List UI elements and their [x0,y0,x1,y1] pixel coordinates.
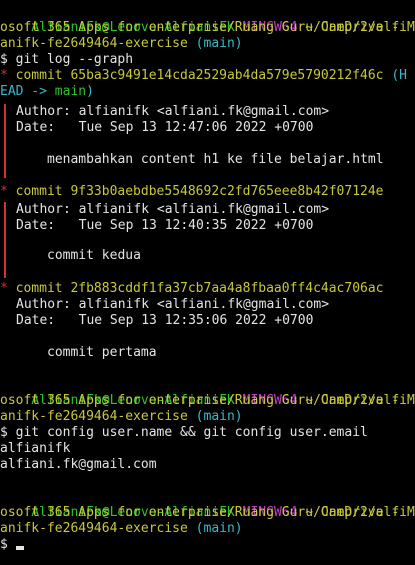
commit-author: Author: alfianifk <alfiani.fk@gmail.com> [16,104,330,119]
prompt-path: anifk-fe2649464-exercise [0,36,188,51]
prompt-path: anifk-fe2649464-exercise [0,409,188,424]
prompt-branch: (main) [195,409,243,424]
text-cursor [15,546,24,550]
prompt-line: AlfianiFk@Lenovo-AlfianiFK MINGW64 ~/One… [0,489,415,520]
commit-ref-line: EAD -> main) [0,84,94,100]
prompt-line: AlfianiFk@Lenovo-AlfianiFK MINGW64 ~/One… [0,377,415,408]
graph-line [4,104,6,178]
input-line[interactable]: $ [0,537,24,553]
prompt-path-line: anifk-fe2649464-exercise (main) [0,36,243,52]
commit-message: commit pertama [47,345,157,360]
commit-header: * commit 9f33b0aebdbe5548692c2fd765eee8b… [0,184,384,200]
prompt-path-line: osoft 365 Apps for enterprise/Ruang Guru… [0,505,407,521]
dollar-sign: $ [0,425,8,440]
commit-ref-head: EAD -> [0,84,55,99]
commit-ref-close: ) [86,84,94,99]
graph-marker: * [0,184,8,199]
commit-date: Date: Tue Sep 13 12:35:06 2022 +0700 [16,313,314,328]
commit-message: menambahkan content h1 ke file belajar.h… [47,152,384,167]
commit-date: Date: Tue Sep 13 12:40:35 2022 +0700 [16,218,314,233]
prompt-line: AlfianiFk@Lenovo-AlfianiFK MINGW64 ~/One… [0,4,415,35]
prompt-path: osoft 365 Apps for enterprise/Ruang Guru… [0,20,407,35]
dollar-sign: $ [0,52,8,67]
terminal-window[interactable]: AlfianiFk@Lenovo-AlfianiFK MINGW64 ~/One… [0,0,415,565]
commit-author: Author: alfianifk <alfiani.fk@gmail.com> [16,202,330,217]
commit-hash: commit 65ba3c9491e14cda2529ab4da579e5790… [15,68,384,83]
commit-header: * commit 65ba3c9491e14cda2529ab4da579e57… [0,68,407,84]
prompt-path-line: anifk-fe2649464-exercise (main) [0,521,243,537]
command-line: $ git log --graph [0,52,133,68]
commit-ref: (H [391,68,407,83]
commit-ref-branch: main [54,84,87,99]
command-output: alfiani.fk@gmail.com [0,457,157,472]
prompt-path-line: anifk-fe2649464-exercise (main) [0,409,243,425]
commit-date: Date: Tue Sep 13 12:47:06 2022 +0700 [16,120,314,135]
graph-marker: * [0,281,8,296]
dollar-sign: $ [0,537,8,552]
command-text: git log --graph [15,52,134,67]
prompt-path: osoft 365 Apps for enterprise/Ruang Guru… [0,393,407,408]
commit-message: commit kedua [47,248,141,263]
prompt-branch: (main) [195,36,243,51]
command-text: git config user.name && git config user.… [15,425,368,440]
prompt-path: anifk-fe2649464-exercise [0,521,188,536]
graph-marker: * [0,68,8,83]
command-line: $ git config user.name && git config use… [0,425,368,441]
graph-line [4,202,6,278]
command-output: alfianifk [0,441,71,456]
prompt-path-line: osoft 365 Apps for enterprise/Ruang Guru… [0,393,407,409]
prompt-path: osoft 365 Apps for enterprise/Ruang Guru… [0,505,407,520]
commit-author: Author: alfianifk <alfiani.fk@gmail.com> [16,297,330,312]
commit-hash: commit 9f33b0aebdbe5548692c2fd765eee8b42… [15,184,384,199]
commit-hash: commit 2fb883cddf1fa37cb7aa4a8fbaa0ff4c4… [15,281,384,296]
prompt-path-line: osoft 365 Apps for enterprise/Ruang Guru… [0,20,407,36]
commit-header: * commit 2fb883cddf1fa37cb7aa4a8fbaa0ff4… [0,281,384,297]
prompt-branch: (main) [195,521,243,536]
